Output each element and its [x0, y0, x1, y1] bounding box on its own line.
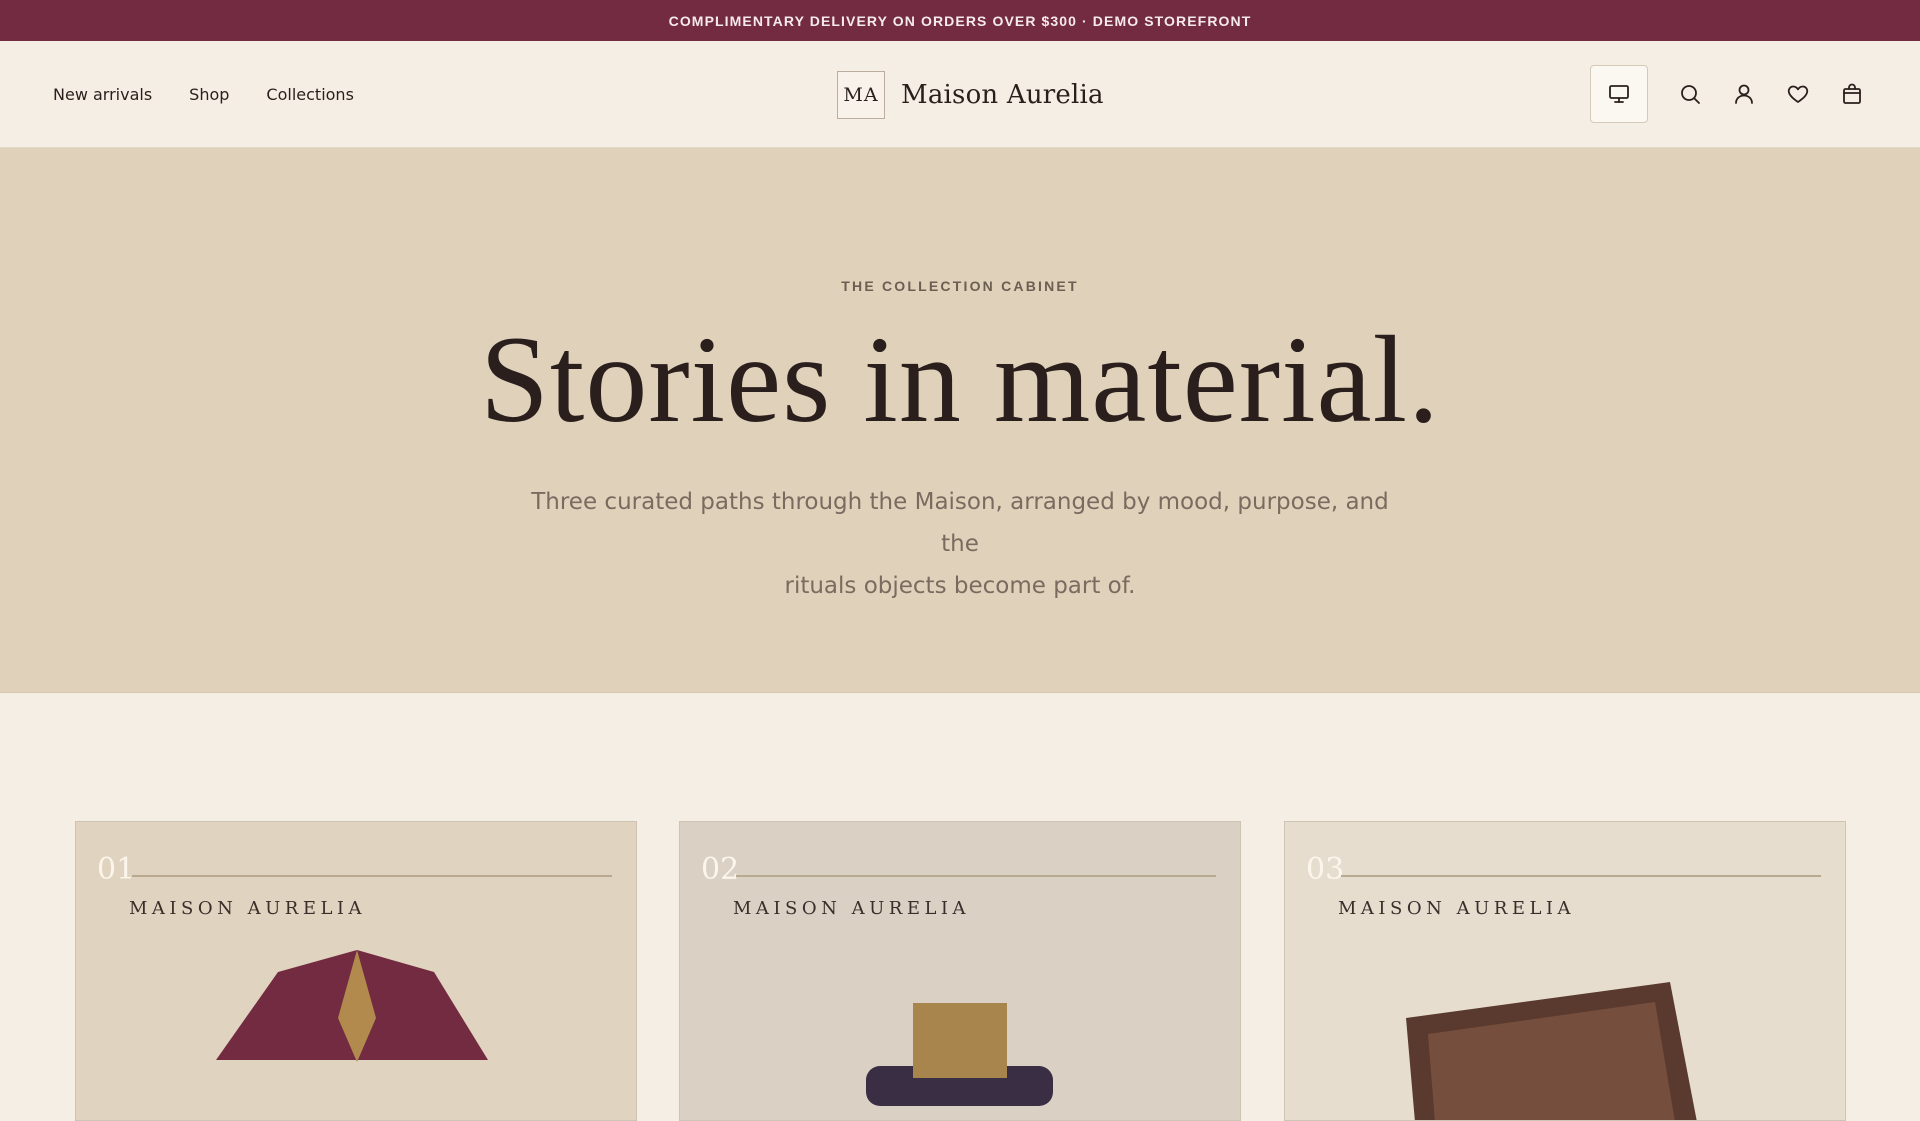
account-icon	[1735, 84, 1753, 104]
collection-card-2[interactable]: 02 MAISON AURELIA	[679, 821, 1241, 1121]
hero-subtitle: Three curated paths through the Maison, …	[520, 481, 1400, 607]
hero-title: Stories in material.	[479, 311, 1441, 448]
cart-button[interactable]	[1836, 78, 1868, 110]
card-divider	[132, 875, 612, 877]
announcement-bar: COMPLIMENTARY DELIVERY ON ORDERS OVER $3…	[0, 0, 1920, 41]
site-header: New arrivals Shop Collections MA Maison …	[0, 41, 1920, 148]
frame-illustration	[1406, 982, 1697, 1120]
display-icon	[1609, 85, 1629, 103]
hero-subtitle-line-1: Three curated paths through the Maison, …	[531, 489, 1389, 557]
wishlist-button[interactable]	[1782, 78, 1814, 110]
announcement-text: COMPLIMENTARY DELIVERY ON ORDERS OVER $3…	[668, 12, 1252, 29]
card-label: MAISON AURELIA	[129, 898, 367, 919]
nav-collections[interactable]: Collections	[266, 85, 353, 104]
search-button[interactable]	[1674, 78, 1706, 110]
main-nav: New arrivals Shop Collections	[53, 41, 354, 148]
collection-card-1[interactable]: 01 MAISON AURELIA	[75, 821, 637, 1121]
brand-name: Maison Aurelia	[901, 80, 1104, 110]
hero-eyebrow: THE COLLECTION CABINET	[841, 278, 1079, 294]
search-icon	[1681, 85, 1700, 104]
nav-new-arrivals[interactable]: New arrivals	[53, 85, 152, 104]
collection-card-3[interactable]: 03 MAISON AURELIA	[1284, 821, 1846, 1121]
card-number: 01	[97, 852, 136, 887]
brand-logo[interactable]: MA Maison Aurelia	[837, 70, 1104, 120]
garment-illustration	[216, 950, 488, 1062]
card-label: MAISON AURELIA	[733, 898, 971, 919]
hero-section: THE COLLECTION CABINET Stories in materi…	[0, 148, 1920, 693]
hero-subtitle-line-2: rituals objects become part of.	[784, 573, 1136, 599]
heart-icon	[1787, 85, 1809, 103]
card-divider	[1341, 875, 1821, 877]
account-button[interactable]	[1728, 78, 1760, 110]
brand-monogram: MA	[837, 71, 885, 119]
header-actions	[1590, 65, 1868, 123]
display-toggle-button[interactable]	[1590, 65, 1648, 123]
card-number: 03	[1306, 852, 1345, 887]
card-divider	[736, 875, 1216, 877]
card-number: 02	[701, 852, 740, 887]
bottle-illustration	[866, 1003, 1053, 1106]
nav-shop[interactable]: Shop	[189, 85, 229, 104]
shopping-bag-icon	[1843, 83, 1861, 104]
collection-cards: 01 MAISON AURELIA 02 MAISON AURELIA 03 M…	[0, 693, 1920, 1121]
card-label: MAISON AURELIA	[1338, 898, 1576, 919]
